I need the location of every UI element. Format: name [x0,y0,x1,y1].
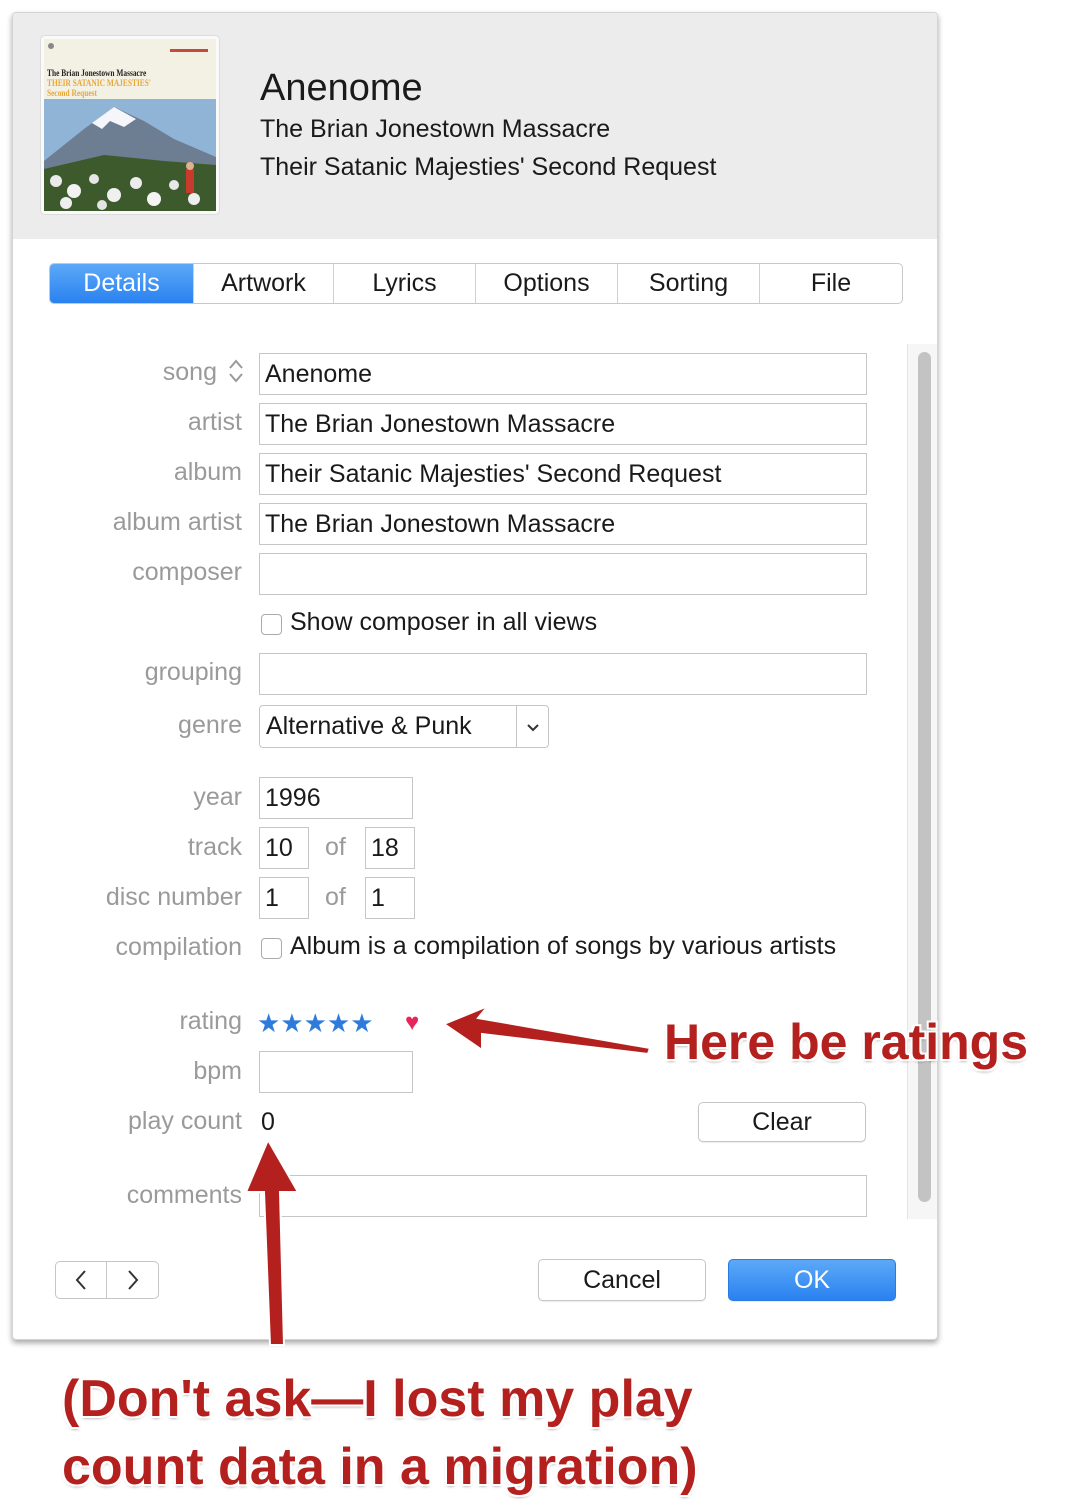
tab-sorting[interactable]: Sorting [618,264,760,303]
show-composer-label: Show composer in all views [290,608,598,636]
sort-arrows-icon[interactable] [227,357,245,385]
ratings-annotation: Here be ratings [664,1014,1029,1070]
grouping-field[interactable] [259,653,867,695]
previous-next-group [55,1261,159,1299]
play-count-value: 0 [261,1108,275,1136]
composer-field[interactable] [259,553,867,595]
cancel-button[interactable]: Cancel [538,1259,706,1301]
rating-label: rating [179,1007,242,1035]
disc-total-field[interactable]: 1 [365,877,415,919]
comments-field[interactable] [259,1175,867,1217]
play-count-label: play count [128,1107,242,1135]
scrollbar[interactable] [907,344,937,1219]
genre-value: Alternative & Punk [266,712,472,740]
tab-artwork[interactable]: Artwork [194,264,334,303]
play-count-annotation: (Don't ask—I lost my play count data in … [62,1365,698,1501]
ok-button[interactable]: OK [728,1259,896,1301]
comments-label: comments [126,1181,242,1209]
year-field[interactable]: 1996 [259,777,413,819]
clear-play-count-button[interactable]: Clear [698,1102,866,1142]
artist-label: artist [187,408,242,436]
song-label: song [162,358,217,386]
track-total-field[interactable]: 18 [365,827,415,869]
cover-logo-dot [48,43,54,49]
bpm-field[interactable] [259,1051,413,1093]
disc-of-label: of [325,883,346,911]
disc-number-label: disc number [105,883,242,911]
song-header: The Brian Jonestown Massacre THEIR SATAN… [13,13,937,239]
genre-label: genre [178,711,242,739]
chevron-right-icon [127,1270,138,1290]
album-field[interactable]: Their Satanic Majesties' Second Request [259,453,867,495]
track-number-field[interactable]: 10 [259,827,309,869]
album-artist-field[interactable]: The Brian Jonestown Massacre [259,503,867,545]
cover-mountain-illustration [44,99,216,211]
bpm-label: bpm [193,1057,242,1085]
tab-details[interactable]: Details [50,264,194,303]
cover-title-line-1: The Brian Jonestown Massacre [47,69,147,79]
song-title: Anenome [260,67,423,109]
album-artwork: The Brian Jonestown Massacre THEIR SATAN… [40,35,220,215]
get-info-window: The Brian Jonestown Massacre THEIR SATAN… [12,12,938,1340]
tab-options[interactable]: Options [476,264,618,303]
tab-lyrics[interactable]: Lyrics [334,264,476,303]
heart-icon[interactable]: ♥ [405,1009,419,1037]
genre-combobox[interactable]: Alternative & Punk [259,705,549,748]
info-tab-bar: Details Artwork Lyrics Options Sorting F… [49,263,903,304]
album-artist-label: album artist [112,508,242,536]
compilation-label: compilation [115,933,242,961]
play-count-annotation-line-2: count data in a migration) [62,1438,698,1496]
disc-number-field[interactable]: 1 [259,877,309,919]
chevron-left-icon [75,1270,86,1290]
song-artist: The Brian Jonestown Massacre [260,115,611,143]
next-song-button[interactable] [107,1262,158,1298]
track-label: track [187,833,242,861]
composer-label: composer [132,558,242,586]
cover-title-line-3: Second Request [47,89,98,99]
album-cover-image: The Brian Jonestown Massacre THEIR SATAN… [44,39,216,211]
album-label: album [173,458,242,486]
song-field[interactable]: Anenome [259,353,867,395]
tab-file[interactable]: File [760,264,902,303]
cover-title-line-2: THEIR SATANIC MAJESTIES' [47,79,151,89]
artist-field[interactable]: The Brian Jonestown Massacre [259,403,867,445]
track-of-label: of [325,833,346,861]
scrollbar-thumb[interactable] [918,352,931,1202]
compilation-checkbox[interactable] [261,938,282,959]
chevron-down-icon[interactable] [524,718,542,736]
cover-label-stripe [170,49,208,52]
show-composer-checkbox[interactable] [261,614,282,635]
year-label: year [193,783,242,811]
song-album: Their Satanic Majesties' Second Request [260,153,717,181]
previous-song-button[interactable] [56,1262,108,1298]
genre-divider [516,706,517,747]
rating-stars[interactable]: ★★★★★ [257,1008,374,1039]
grouping-label: grouping [144,658,242,686]
compilation-checkbox-label: Album is a compilation of songs by vario… [290,932,837,960]
play-count-annotation-line-1: (Don't ask—I lost my play [62,1370,693,1428]
